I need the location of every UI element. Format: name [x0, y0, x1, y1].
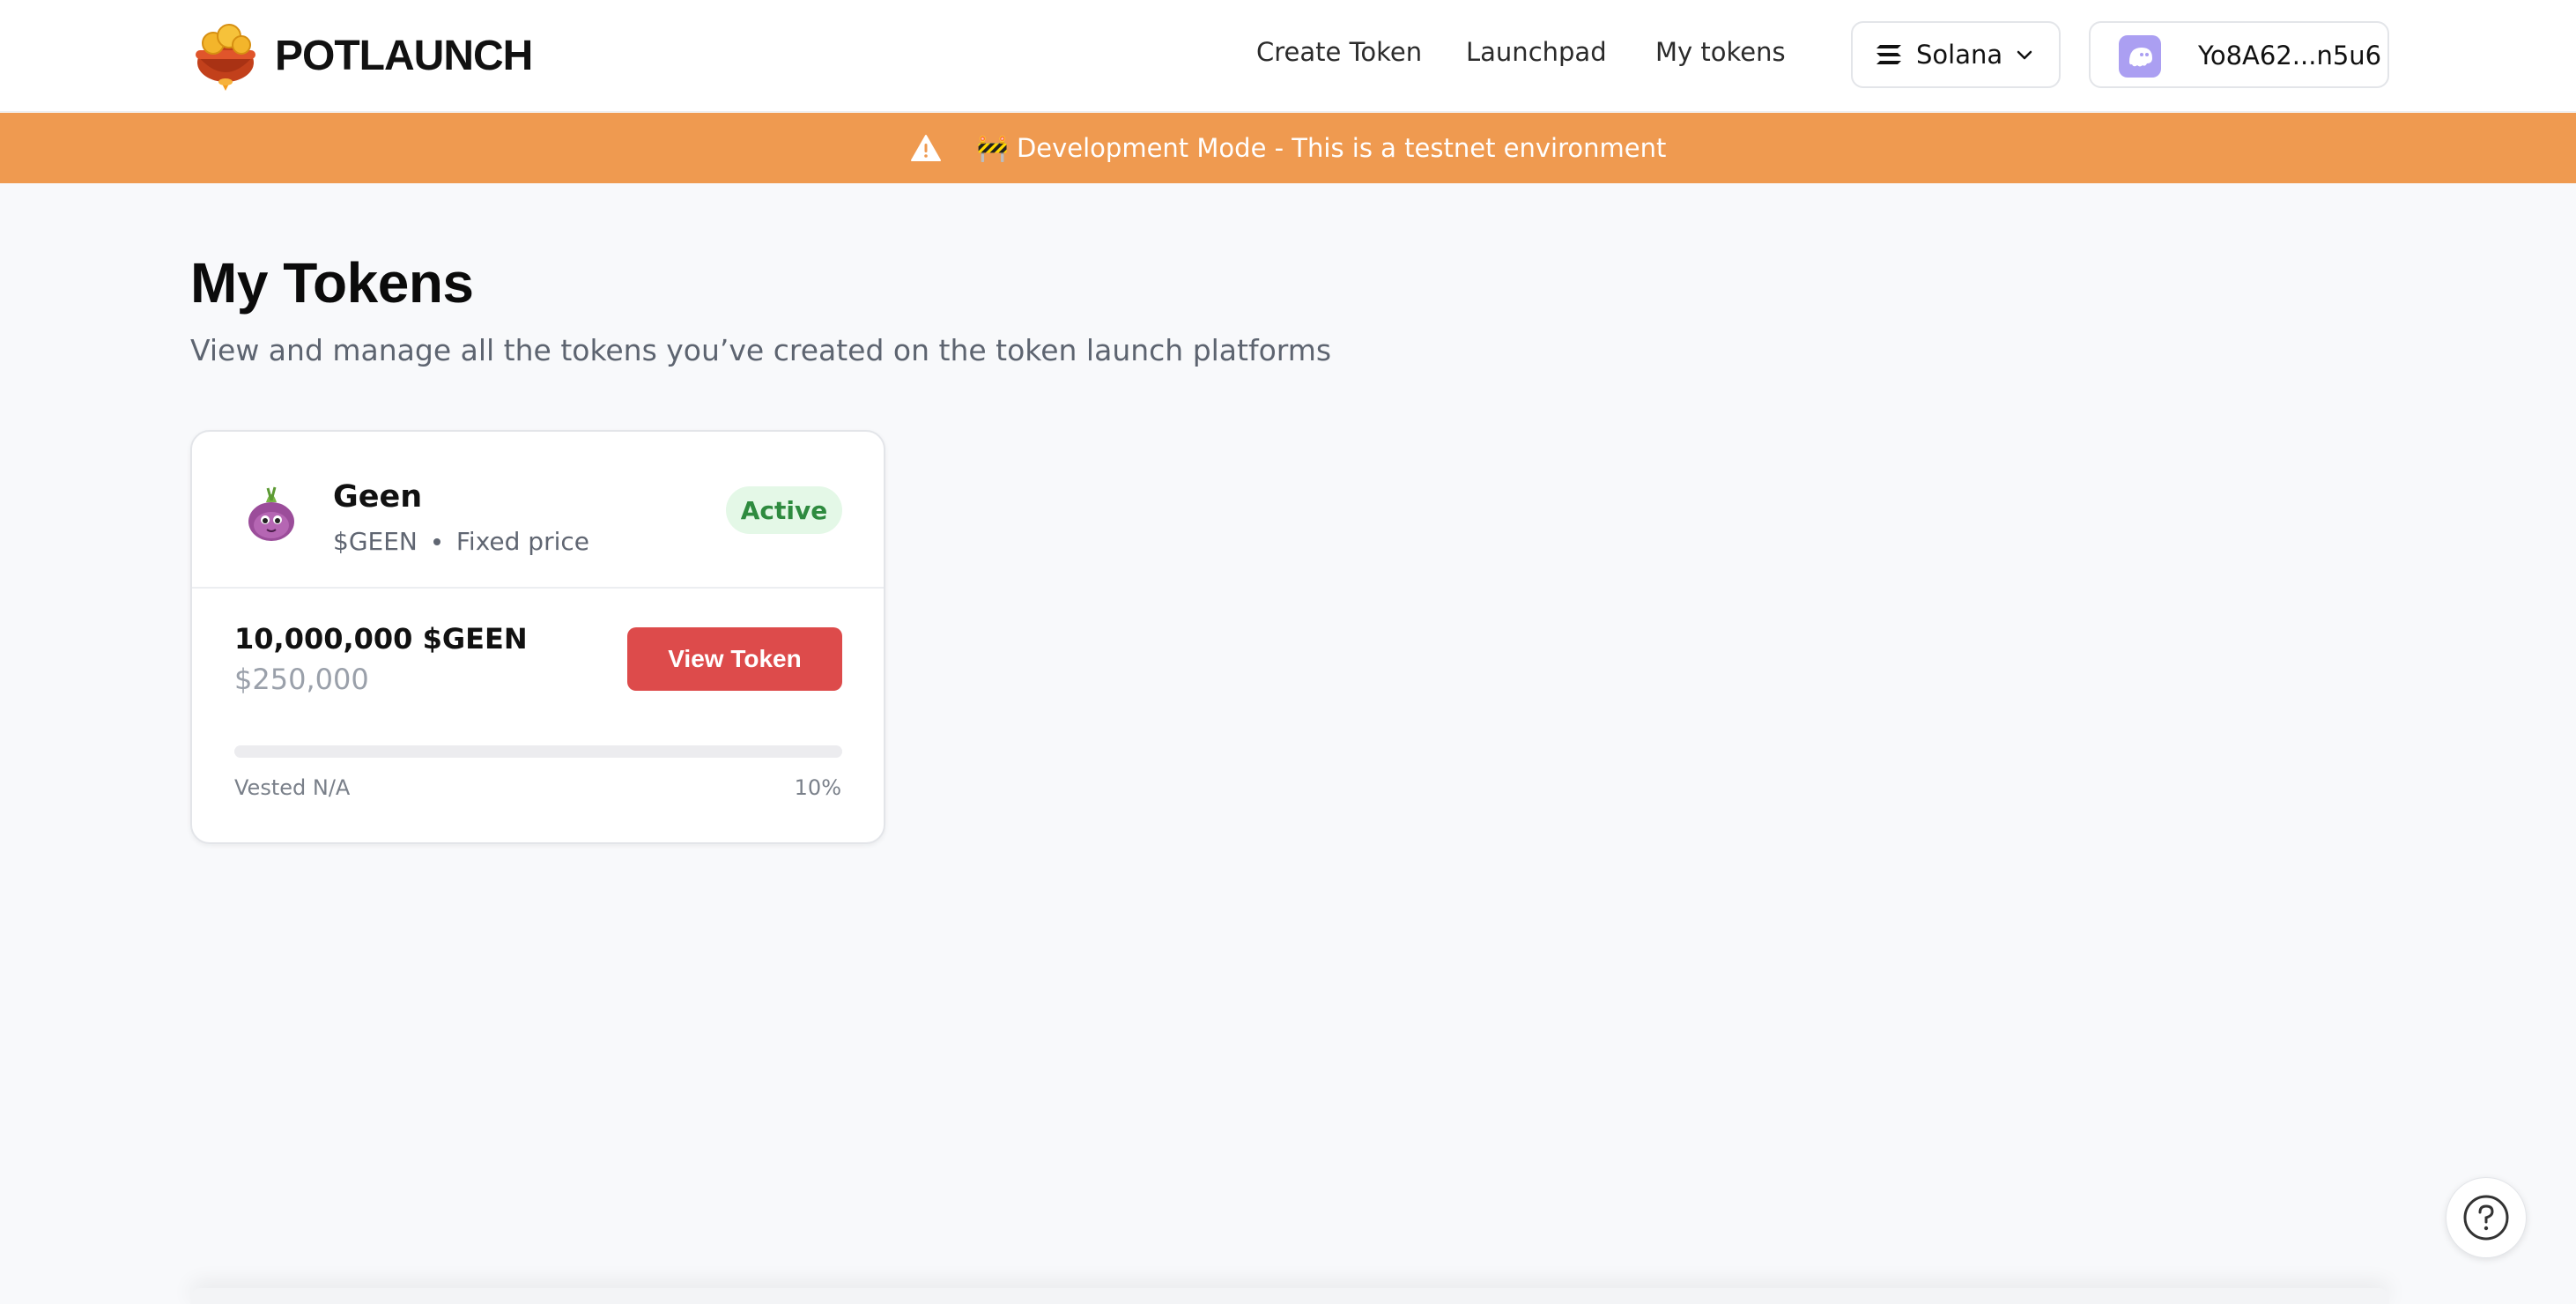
nav-create-token[interactable]: Create Token [1256, 37, 1422, 67]
page-subtitle: View and manage all the tokens you’ve cr… [190, 333, 1332, 367]
solana-icon [1876, 45, 1901, 64]
token-card-header: Geen $GEEN Fixed price Active [192, 432, 884, 589]
token-usd-value: $250,000 [234, 663, 369, 696]
token-avatar [234, 476, 308, 550]
pot-logo-icon [196, 24, 255, 91]
token-meta: $GEEN Fixed price [333, 527, 589, 556]
wallet-button[interactable]: Yo8A62...n5u6 [2089, 21, 2389, 88]
vested-label: Vested N/A [234, 775, 351, 800]
nav-launchpad[interactable]: Launchpad [1466, 37, 1607, 67]
brand-name: POTLAUNCH [275, 32, 533, 79]
vesting-progress-bar [234, 745, 842, 758]
page-title: My Tokens [190, 251, 474, 315]
top-navbar: POTLAUNCH Create Token Launchpad My toke… [0, 0, 2576, 112]
percent-label: 10% [794, 775, 841, 800]
separator-dot [433, 537, 440, 545]
token-card: Geen $GEEN Fixed price Active 10,000,000… [190, 430, 885, 844]
phantom-icon [2119, 35, 2161, 78]
network-label: Solana [1916, 40, 2003, 70]
token-sale-type: Fixed price [455, 527, 589, 556]
brand-logo[interactable]: POTLAUNCH [190, 18, 533, 93]
network-selector[interactable]: Solana [1851, 21, 2061, 88]
chevron-down-icon [2017, 50, 2032, 60]
view-token-button[interactable]: View Token [627, 627, 842, 691]
token-name: Geen [333, 479, 423, 515]
help-button[interactable] [2446, 1177, 2527, 1258]
wallet-address: Yo8A62...n5u6 [2198, 41, 2382, 70]
warning-icon [910, 135, 941, 161]
token-supply: 10,000,000 $GEEN [234, 622, 528, 656]
status-badge: Active [726, 486, 842, 534]
nav-my-tokens[interactable]: My tokens [1655, 37, 1786, 67]
token-symbol: $GEEN [333, 527, 418, 556]
dev-mode-banner: 🚧 Development Mode - This is a testnet e… [0, 113, 2576, 183]
question-mark-icon [2463, 1195, 2509, 1241]
footer-edge [190, 1288, 2389, 1304]
banner-text: 🚧 Development Mode - This is a testnet e… [976, 132, 1667, 163]
